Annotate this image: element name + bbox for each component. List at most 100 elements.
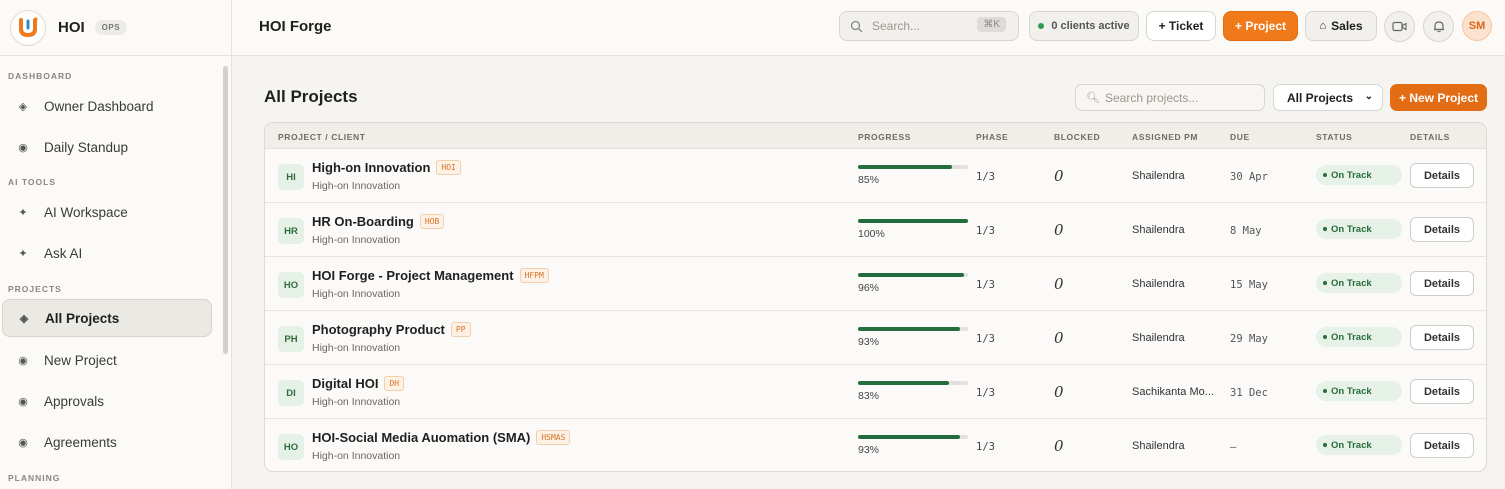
phase-value: 1/3	[976, 279, 995, 291]
progress-bar-fill	[858, 273, 964, 277]
status-badge: On Track	[1316, 219, 1402, 239]
clients-active-indicator[interactable]: 0 clients active	[1029, 11, 1139, 41]
table-row[interactable]: HR HR On-Boarding HOB High-on Innovation 100…	[265, 203, 1486, 257]
sidebar-item-agreements[interactable]: ◉ Agreements	[2, 423, 212, 461]
new-project-button[interactable]: + New Project	[1390, 84, 1487, 111]
sidebar-item-all-projects[interactable]: ◈ All Projects	[2, 299, 212, 337]
status-text: On Track	[1331, 223, 1372, 235]
sidebar: HOI OPS DASHBOARD ◈ Owner Dashboard ◉ Da…	[0, 0, 232, 489]
project-name-cell: High-on Innovation HOI	[312, 160, 461, 175]
sidebar-item-daily-standup[interactable]: ◉ Daily Standup	[2, 128, 212, 166]
section-title-ai-tools: AI TOOLS	[8, 177, 56, 187]
project-client: High-on Innovation	[312, 450, 401, 462]
sidebar-item-ai-workspace[interactable]: ✦ AI Workspace	[2, 193, 212, 231]
sales-button[interactable]: ⌂ Sales	[1305, 11, 1377, 41]
sidebar-nav: DASHBOARD ◈ Owner Dashboard ◉ Daily Stan…	[0, 56, 231, 489]
sidebar-scrollbar[interactable]	[223, 66, 228, 354]
add-ticket-button[interactable]: + Ticket	[1146, 11, 1216, 41]
details-button[interactable]: Details	[1410, 217, 1474, 242]
assigned-pm: Sachikanta Mo...	[1132, 386, 1214, 398]
section-title-projects: PROJECTS	[8, 284, 62, 294]
sidebar-item-label: Ask AI	[44, 245, 83, 261]
add-project-button[interactable]: + Project	[1223, 11, 1298, 41]
due-date: 30 Apr	[1230, 171, 1268, 183]
notifications-button[interactable]	[1423, 11, 1454, 42]
project-filter-select[interactable]: All Projects ⌄	[1273, 84, 1383, 111]
table-row[interactable]: HI High-on Innovation HOI High-on Innovatio…	[265, 149, 1486, 203]
table-row[interactable]: HO HOI-Social Media Auomation (SMA) HSMAS H…	[265, 419, 1486, 471]
progress-bar-fill	[858, 327, 961, 331]
project-initials: HI	[278, 164, 304, 190]
project-name-cell: HR On-Boarding HOB	[312, 214, 445, 229]
project-client: High-on Innovation	[312, 396, 401, 408]
status-badge: On Track	[1316, 165, 1402, 185]
sidebar-item-label: Daily Standup	[44, 139, 129, 155]
details-button[interactable]: Details	[1410, 433, 1474, 458]
top-bar: HOI Forge Search... ⌘K 0 clients active …	[232, 0, 1505, 56]
status-badge: On Track	[1316, 273, 1402, 293]
project-code-badge: PP	[450, 322, 471, 337]
global-search-input[interactable]: Search... ⌘K	[839, 11, 1019, 41]
progress-bar-fill	[858, 165, 952, 169]
blocked-count: 0	[1054, 329, 1064, 347]
column-header-status: STATUS	[1316, 132, 1353, 142]
phase-value: 1/3	[976, 333, 995, 345]
sidebar-item-owner-dashboard[interactable]: ◈ Owner Dashboard	[2, 87, 212, 125]
sparkle-icon: ✦	[18, 247, 28, 260]
status-text: On Track	[1331, 277, 1372, 289]
progress-bar	[858, 165, 968, 169]
project-name[interactable]: High-on Innovation	[312, 160, 430, 175]
project-search-input[interactable]: 🔍︎ Search projects...	[1075, 84, 1265, 111]
video-icon	[1392, 21, 1407, 32]
table-row[interactable]: HO HOI Forge - Project Management HFPM High…	[265, 257, 1486, 311]
project-name[interactable]: Photography Product	[312, 322, 445, 337]
progress-percent: 100%	[858, 228, 885, 240]
sidebar-item-ask-ai[interactable]: ✦ Ask AI	[2, 234, 212, 272]
sidebar-item-new-project[interactable]: ◉ New Project	[2, 341, 212, 379]
progress-bar	[858, 273, 968, 277]
sidebar-item-approvals[interactable]: ◉ Approvals	[2, 382, 212, 420]
video-button[interactable]	[1384, 11, 1415, 42]
status-text: On Track	[1331, 169, 1372, 181]
user-avatar[interactable]: SM	[1462, 11, 1492, 41]
status-text: On Track	[1331, 439, 1372, 451]
blocked-count: 0	[1054, 437, 1064, 455]
filter-value: All Projects	[1287, 90, 1354, 105]
sidebar-item-label: AI Workspace	[44, 204, 128, 220]
chevron-down-icon: ⌄	[1364, 91, 1373, 102]
bell-icon	[1433, 21, 1444, 33]
project-name[interactable]: HOI-Social Media Auomation (SMA)	[312, 430, 530, 445]
project-name[interactable]: HOI Forge - Project Management	[312, 268, 514, 283]
project-code-badge: HSMAS	[536, 430, 571, 445]
progress-percent: 93%	[858, 336, 880, 348]
project-name-cell: Digital HOI DH	[312, 376, 405, 391]
project-name[interactable]: Digital HOI	[312, 376, 378, 391]
progress-percent: 83%	[858, 390, 880, 402]
status-dot-icon	[1323, 443, 1327, 447]
brand[interactable]: HOI OPS	[0, 0, 231, 56]
sidebar-item-label: New Project	[44, 352, 117, 368]
due-date: 31 Dec	[1230, 387, 1268, 399]
column-header-due: DUE	[1230, 132, 1250, 142]
sales-label: Sales	[1331, 19, 1363, 33]
project-code-badge: HOI	[436, 160, 461, 175]
column-header-details: DETAILS	[1410, 132, 1450, 142]
details-button[interactable]: Details	[1410, 325, 1474, 350]
table-row[interactable]: DI Digital HOI DH High-on Innovation 83% 1/3 0…	[265, 365, 1486, 419]
sidebar-item-label: All Projects	[45, 310, 120, 326]
radio-icon: ◉	[18, 395, 28, 408]
details-button[interactable]: Details	[1410, 271, 1474, 296]
projects-table: PROJECT / CLIENT PROGRESS PHASE BLOCKED …	[264, 122, 1487, 472]
project-name-cell: Photography Product PP	[312, 322, 471, 337]
project-initials: HO	[278, 272, 304, 298]
status-dot-icon	[1323, 227, 1327, 231]
table-row[interactable]: PH Photography Product PP High-on Innovatio…	[265, 311, 1486, 365]
project-initials: HR	[278, 218, 304, 244]
section-title-planning: PLANNING	[8, 473, 61, 483]
project-name[interactable]: HR On-Boarding	[312, 214, 414, 229]
column-header-progress: PROGRESS	[858, 132, 911, 142]
details-button[interactable]: Details	[1410, 163, 1474, 188]
project-client: High-on Innovation	[312, 342, 401, 354]
due-date: 8 May	[1230, 225, 1262, 237]
details-button[interactable]: Details	[1410, 379, 1474, 404]
